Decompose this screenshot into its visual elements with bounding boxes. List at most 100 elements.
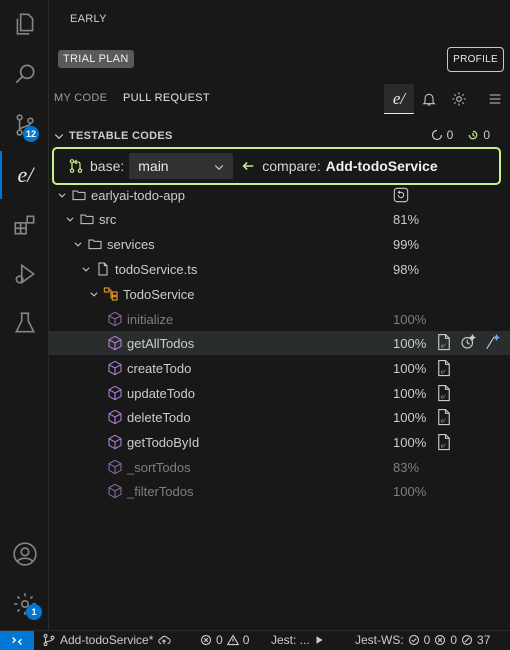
coverage-percent: 100% <box>393 483 427 499</box>
testing-icon[interactable] <box>0 299 49 347</box>
coverage-percent: 99% <box>393 236 420 252</box>
early-logo-button[interactable]: e/ <box>384 84 414 114</box>
folder-icon <box>87 236 103 252</box>
tree-row-project[interactable]: earlyai-todo-app <box>49 183 510 207</box>
extensions-icon[interactable] <box>0 201 49 249</box>
chevron-down-icon <box>87 286 101 302</box>
method-icon <box>107 385 123 401</box>
test-file-icon[interactable]: e/ <box>435 433 453 451</box>
git-branch-icon <box>43 633 55 647</box>
warning-icon <box>226 634 239 646</box>
tab-pull-request[interactable]: PULL REQUEST <box>123 92 210 110</box>
method-icon <box>107 335 123 351</box>
jest-label: Jest: ... <box>271 633 310 647</box>
branch-status[interactable]: Add-todoService* <box>42 633 171 647</box>
compare-branch-value: Add-todoService <box>325 158 438 174</box>
method-icon <box>107 311 123 327</box>
refresh-icon[interactable] <box>393 187 409 203</box>
test-file-icon[interactable]: e/ <box>435 333 453 354</box>
tree-row-method[interactable]: getAllTodos 100% e/ <box>49 331 510 355</box>
skip-count: 37 <box>477 633 491 647</box>
early-ai-icon[interactable]: e/ <box>0 151 49 199</box>
chevron-down-icon <box>215 165 224 171</box>
tree-label: initialize <box>127 311 174 327</box>
svg-text:e/: e/ <box>441 418 447 424</box>
method-icon <box>107 434 123 450</box>
chevron-down-icon <box>71 236 85 252</box>
coverage-percent: 100% <box>393 335 427 351</box>
tree-row-file[interactable]: todoService.ts 98% <box>49 257 510 281</box>
bell-icon[interactable] <box>414 84 444 114</box>
manage-gear-icon[interactable]: 1 <box>0 580 49 628</box>
tree-row-method[interactable]: createTodo 100% e/ <box>49 356 510 380</box>
fail-icon <box>435 634 446 646</box>
tree-row-method[interactable]: getTodoById 100% e/ <box>49 430 510 454</box>
tree-row-services[interactable]: services 99% <box>49 232 510 256</box>
profile-button[interactable]: PROFILE <box>447 47 504 72</box>
folder-icon <box>71 187 87 203</box>
section-title: TESTABLE CODES <box>69 130 173 142</box>
early-logo-label: e/ <box>392 88 406 108</box>
test-file-icon[interactable]: e/ <box>435 408 453 426</box>
branch-name: Add-todoService* <box>60 633 154 647</box>
row-actions: e/ <box>435 333 501 354</box>
tab-my-code[interactable]: MY CODE <box>54 92 107 110</box>
tree-row-method[interactable]: _sortTodos 83% <box>49 455 510 479</box>
chevron-down-icon <box>55 187 69 203</box>
remote-indicator[interactable] <box>0 630 34 650</box>
chevron-down-icon <box>63 211 77 227</box>
svg-text:e/: e/ <box>441 394 447 400</box>
early-side-panel: EARLY TRIAL PLAN PROFILE MY CODE PULL RE… <box>49 0 510 630</box>
running-count: 0 <box>431 128 453 142</box>
activity-bar: 12 e/ 1 <box>0 0 49 630</box>
class-icon <box>103 286 119 302</box>
menu-icon[interactable] <box>480 84 510 114</box>
tree-row-method[interactable]: deleteTodo 100% e/ <box>49 405 510 429</box>
search-icon[interactable] <box>0 50 49 98</box>
method-icon <box>107 483 123 499</box>
tree-row-method[interactable]: _filterTodos 100% <box>49 479 510 503</box>
tree-label: _sortTodos <box>127 459 191 475</box>
warning-count: 0 <box>242 633 250 647</box>
play-icon <box>316 636 323 644</box>
tree-row-src[interactable]: src 81% <box>49 207 510 231</box>
svg-text:e/: e/ <box>441 343 447 349</box>
settings-gear-icon[interactable] <box>444 84 474 114</box>
jest-status[interactable]: Jest: ... <box>271 633 324 647</box>
base-label: base: <box>90 158 125 174</box>
tree-label: updateTodo <box>127 385 195 401</box>
problems-status[interactable]: 0 0 <box>200 633 249 647</box>
pass-icon <box>408 634 419 646</box>
test-file-icon[interactable]: e/ <box>435 384 453 402</box>
chevron-down-icon <box>79 261 93 277</box>
error-count: 0 <box>216 633 223 647</box>
folder-icon <box>79 211 95 227</box>
trial-plan-badge: TRIAL PLAN <box>58 50 134 68</box>
coverage-percent: 100% <box>393 409 427 425</box>
test-file-icon[interactable]: e/ <box>435 359 453 377</box>
account-icon[interactable] <box>0 530 49 578</box>
explorer-icon[interactable] <box>0 0 49 48</box>
coverage-percent: 81% <box>393 211 420 227</box>
fail-count: 0 <box>450 633 458 647</box>
compare-label: compare: <box>262 158 321 174</box>
loading-icon <box>431 129 442 141</box>
tree-row-class[interactable]: TodoService <box>49 282 510 306</box>
coverage-percent: 98% <box>393 261 420 277</box>
run-debug-icon[interactable] <box>0 250 49 298</box>
tree-row-method[interactable]: initialize 100% <box>49 307 510 331</box>
method-icon <box>107 360 123 376</box>
jest-ws-status[interactable]: Jest-WS: 0 0 37 <box>355 633 490 647</box>
tree-label: TodoService <box>123 286 195 302</box>
generate-tests-icon[interactable] <box>459 333 477 354</box>
tree-row-method[interactable]: updateTodo 100% e/ <box>49 381 510 405</box>
panel-title: EARLY <box>70 13 107 25</box>
coverage-percent: 100% <box>393 360 427 376</box>
source-control-icon[interactable]: 12 <box>0 101 49 149</box>
base-branch-select[interactable]: main <box>129 153 234 179</box>
method-icon <box>107 409 123 425</box>
status-bar: Add-todoService* 0 0 Jest: ... Jest-WS: … <box>0 630 510 650</box>
ai-magic-icon[interactable] <box>483 333 501 354</box>
branch-compare-box: base: main compare: Add-todoService <box>52 147 501 185</box>
tree-label: _filterTodos <box>127 483 194 499</box>
